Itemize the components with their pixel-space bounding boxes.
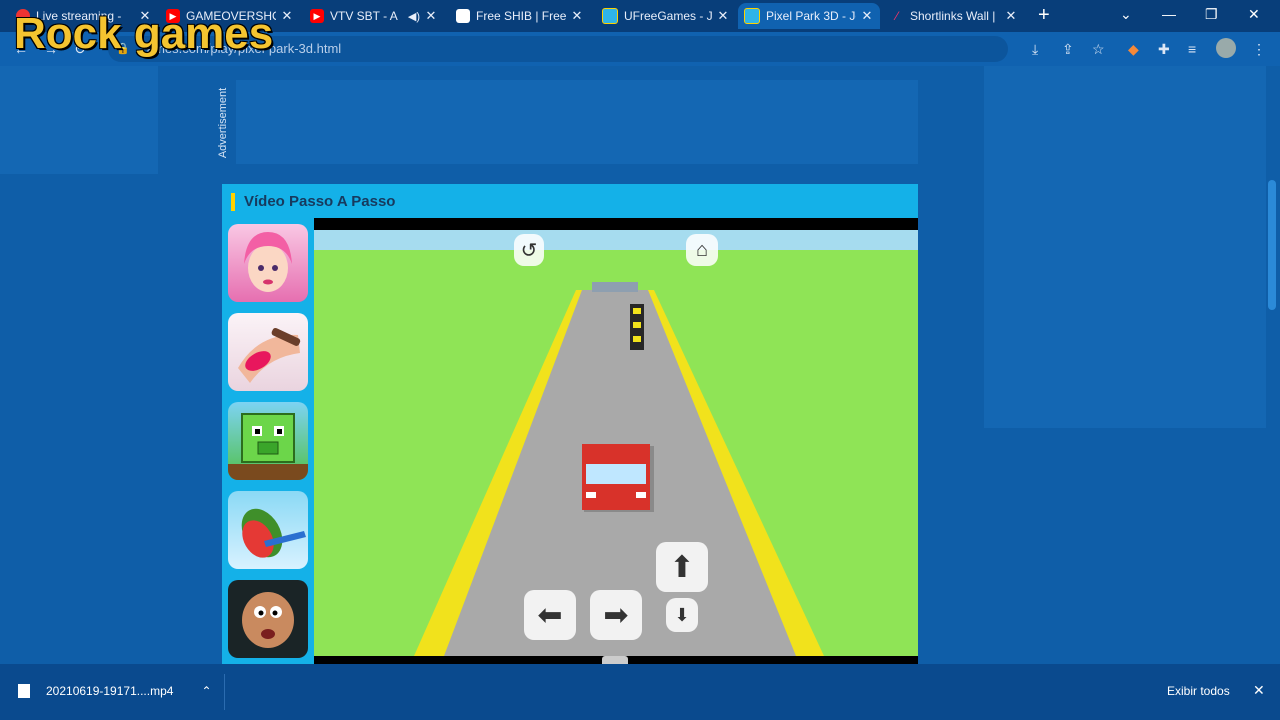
accelerate-button[interactable]: ⬆ bbox=[656, 542, 708, 592]
game-canvas[interactable]: ↺ ⌂ ⬆ ⬅ ➡ ⬇ bbox=[314, 218, 918, 664]
youtube-icon: ▶ bbox=[310, 9, 324, 23]
menu-kebab-icon[interactable]: ⋮ bbox=[1252, 41, 1266, 58]
slice-game-thumbnail[interactable] bbox=[228, 491, 308, 569]
top-ad-slot bbox=[236, 80, 918, 164]
restore-button[interactable]: ❐ bbox=[1205, 6, 1218, 23]
close-tab-icon[interactable]: ✕ bbox=[716, 8, 730, 24]
steer-right-button[interactable]: ➡ bbox=[590, 590, 642, 640]
makeup-game-thumbnail[interactable] bbox=[228, 224, 308, 302]
close-tab-icon[interactable]: ✕ bbox=[1004, 8, 1018, 24]
right-ad-slot bbox=[984, 66, 1266, 428]
left-ad-slot bbox=[0, 66, 158, 174]
advertisement-label: Advertisement bbox=[217, 84, 235, 164]
face-game-thumbnail[interactable] bbox=[228, 580, 308, 658]
video-section-title: Vídeo Passo A Passo bbox=[244, 193, 396, 210]
bookmark-star-icon[interactable]: ☆ bbox=[1092, 41, 1105, 58]
arrow-up-icon: ⬆ bbox=[669, 550, 695, 584]
extensions-puzzle-icon[interactable]: ✚ bbox=[1158, 41, 1170, 58]
tab-title: UFreeGames - Jo bbox=[624, 9, 712, 23]
arrow-right-icon: ➡ bbox=[603, 598, 629, 632]
tab-search-chevron-icon[interactable]: ⌄ bbox=[1120, 6, 1132, 23]
page-scrollbar[interactable] bbox=[1268, 180, 1276, 310]
tab-pixel-park-3d[interactable]: Pixel Park 3D - Jo ✕ bbox=[738, 3, 880, 29]
install-icon[interactable]: ⤓ bbox=[1032, 41, 1038, 58]
close-tab-icon[interactable]: ✕ bbox=[570, 8, 584, 24]
video-section-header: Vídeo Passo A Passo bbox=[222, 184, 918, 218]
blocky-pig-game-thumbnail[interactable] bbox=[228, 402, 308, 480]
advertisement-text: Advertisement bbox=[217, 87, 230, 159]
shortlinks-icon: ⁄ bbox=[895, 9, 898, 23]
tab-shortlinks-wall[interactable]: ⁄ Shortlinks Wall | ✕ bbox=[884, 3, 1024, 29]
tab-free-shib[interactable]: Free SHIB | FreeS ✕ bbox=[450, 3, 590, 29]
tab-ufreegames[interactable]: UFreeGames - Jo ✕ bbox=[596, 3, 736, 29]
file-icon bbox=[18, 684, 30, 698]
speaker-icon[interactable]: ◀) bbox=[408, 10, 420, 23]
home-icon: ⌂ bbox=[695, 238, 709, 261]
shelf-divider bbox=[224, 674, 225, 710]
share-icon[interactable]: ⇪ bbox=[1062, 41, 1074, 58]
show-all-downloads-button[interactable]: Exibir todos bbox=[1167, 684, 1230, 698]
minimize-button[interactable]: — bbox=[1162, 6, 1176, 22]
download-shelf: 20210619-19171....mp4 ⌃ Exibir todos ✕ bbox=[0, 664, 1280, 720]
metamask-extension-icon[interactable]: ◆ bbox=[1128, 41, 1139, 58]
home-button[interactable]: ⌂ bbox=[686, 234, 718, 266]
new-tab-button[interactable]: + bbox=[1038, 4, 1050, 27]
restart-icon: ↺ bbox=[520, 239, 538, 262]
download-item[interactable]: 20210619-19171....mp4 ⌃ bbox=[18, 684, 212, 698]
restart-button[interactable]: ↺ bbox=[514, 234, 544, 266]
close-tab-icon[interactable]: ✕ bbox=[424, 8, 438, 24]
ufreegames-icon bbox=[602, 8, 618, 24]
header-accent-bar bbox=[231, 193, 235, 211]
related-games-list bbox=[222, 218, 314, 664]
close-shelf-icon[interactable]: ✕ bbox=[1253, 682, 1265, 699]
channel-watermark: Rock games bbox=[14, 9, 274, 58]
reverse-button[interactable]: ⬇ bbox=[666, 598, 698, 632]
shib-icon bbox=[456, 9, 470, 23]
fullscreen-handle[interactable] bbox=[602, 656, 628, 664]
reading-list-icon[interactable]: ≡ bbox=[1188, 41, 1196, 57]
tab-title: VTV SBT - A bbox=[330, 9, 398, 23]
close-tab-icon[interactable]: ✕ bbox=[280, 8, 294, 24]
tab-vtv-sbt[interactable]: ▶ VTV SBT - A ◀) ✕ bbox=[304, 3, 444, 29]
tab-title: Pixel Park 3D - Jo bbox=[766, 9, 856, 23]
chevron-up-icon[interactable]: ⌃ bbox=[201, 684, 211, 698]
nail-game-thumbnail[interactable] bbox=[228, 313, 308, 391]
tab-title: Shortlinks Wall | bbox=[910, 9, 996, 23]
arrow-down-icon: ⬇ bbox=[674, 604, 690, 625]
ufreegames-icon bbox=[744, 8, 760, 24]
profile-avatar-icon[interactable] bbox=[1216, 38, 1236, 58]
steer-left-button[interactable]: ⬅ bbox=[524, 590, 576, 640]
close-tab-icon[interactable]: ✕ bbox=[860, 8, 874, 24]
close-window-button[interactable]: ✕ bbox=[1248, 6, 1260, 23]
download-file-name: 20210619-19171....mp4 bbox=[46, 684, 174, 698]
tab-title: Free SHIB | FreeS bbox=[476, 9, 566, 23]
arrow-left-icon: ⬅ bbox=[537, 598, 563, 632]
